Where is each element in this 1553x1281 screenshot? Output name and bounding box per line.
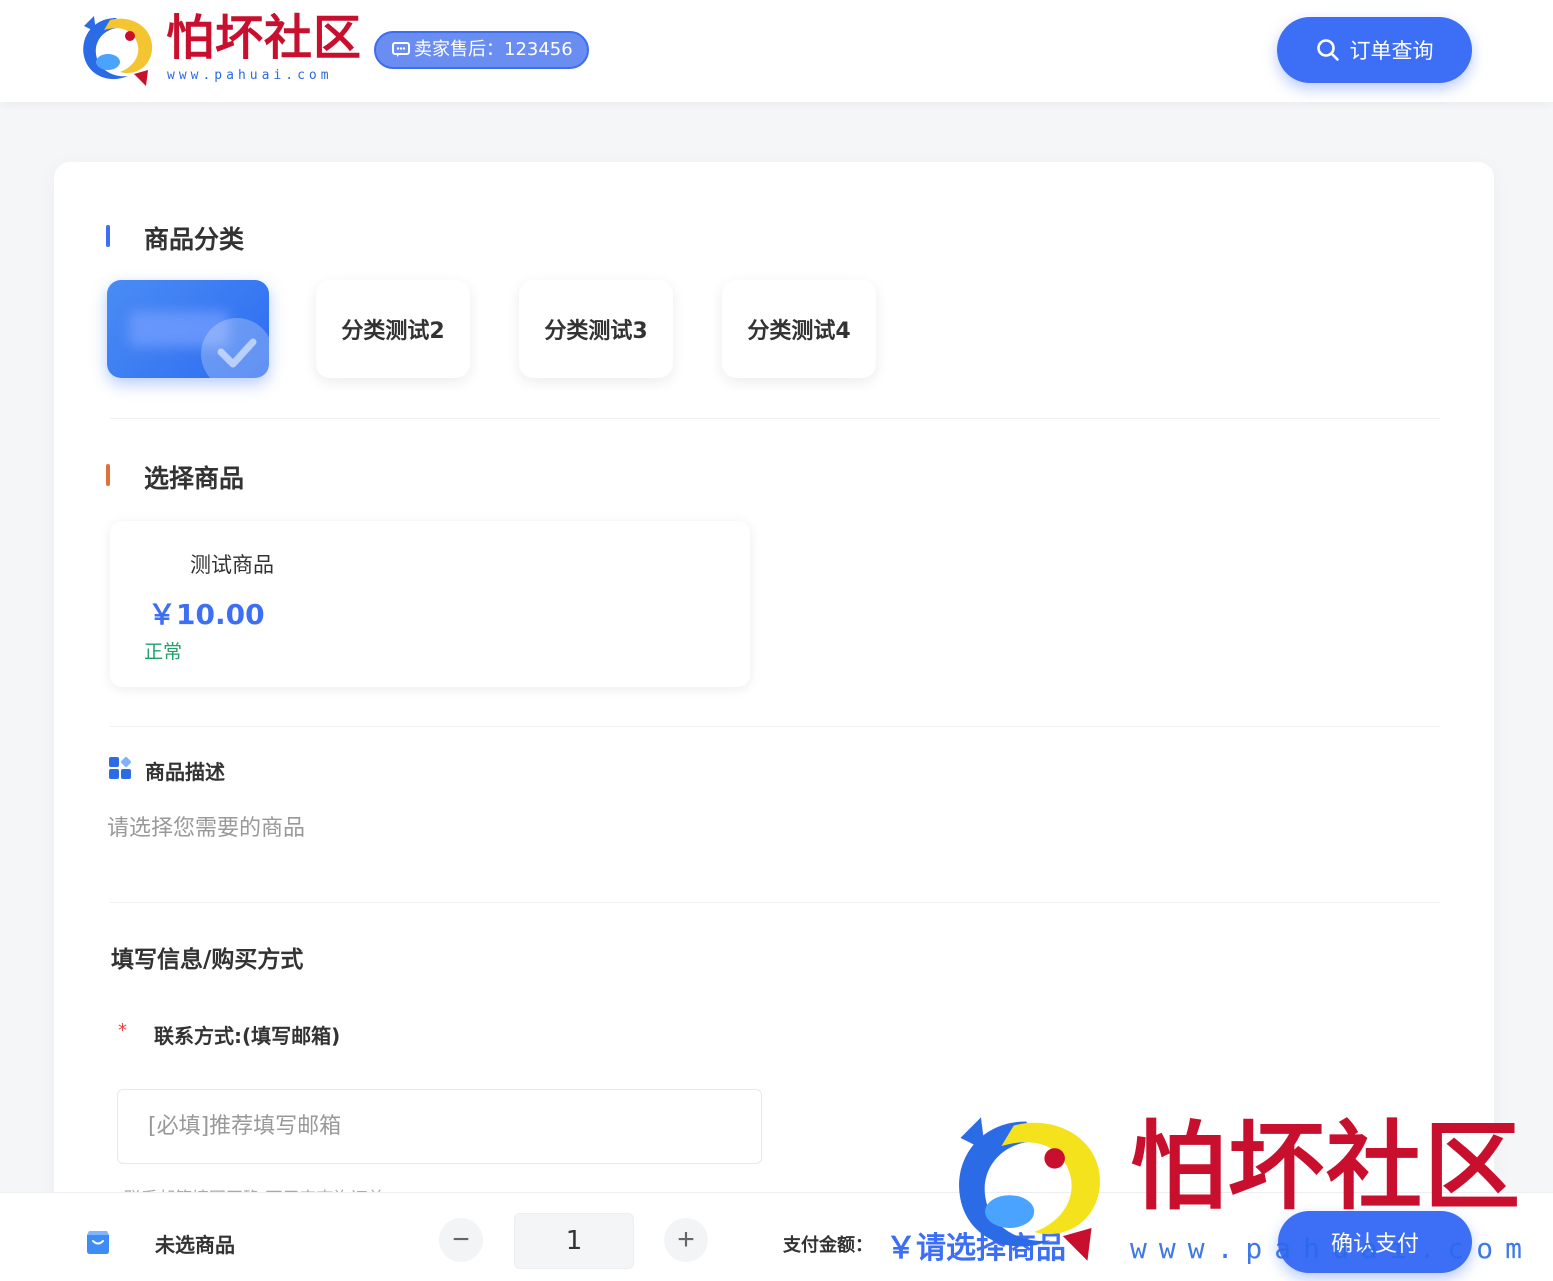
logo-url: www.pahuai.com (167, 68, 333, 83)
bottom-bar: 未选商品 − + 支付金额： ￥请选择商品 确认支付 (0, 1192, 1553, 1281)
search-icon (1316, 39, 1339, 61)
selected-check-icon (201, 318, 269, 378)
description-text: 请选择您需要的商品 (107, 816, 306, 841)
product-name: 测试商品 (190, 553, 274, 577)
seller-service-badge[interactable]: 卖家售后：123456 (374, 31, 589, 69)
chat-icon (392, 42, 410, 57)
selected-product-text: 未选商品 (155, 1233, 235, 1257)
category-item-3[interactable]: 分类测试3 (519, 280, 673, 378)
category-title-bar (106, 225, 110, 247)
contact-label: 联系方式:(填写邮箱) (154, 1024, 341, 1048)
order-query-label: 订单查询 (1349, 39, 1434, 63)
fish-logo-icon[interactable] (74, 12, 158, 88)
header: 怕坏社区 www.pahuai.com 卖家售后：123456 订单查询 (0, 0, 1553, 102)
category-item-2[interactable]: 分类测试2 (316, 280, 470, 378)
order-query-button[interactable]: 订单查询 (1277, 17, 1472, 83)
quantity-minus-button[interactable]: − (439, 1218, 483, 1262)
fill-info-title: 填写信息/购买方式 (111, 947, 304, 973)
divider (110, 902, 1440, 903)
main-card: 商品分类 分类测试2 分类测试3 分类测试4 选择商品 测试商品 ￥10.00 … (54, 162, 1494, 1281)
description-title: 商品描述 (145, 760, 225, 784)
required-star: * (118, 1020, 127, 1041)
product-title-bar (106, 464, 110, 486)
contact-email-input[interactable] (117, 1089, 762, 1164)
category-item-4[interactable]: 分类测试4 (722, 280, 876, 378)
product-price: ￥10.00 (148, 598, 265, 631)
pay-amount-label: 支付金额： (783, 1235, 873, 1256)
apps-icon (109, 756, 132, 779)
quantity-input[interactable] (514, 1213, 634, 1269)
shopping-bag-icon (87, 1231, 109, 1254)
divider (110, 418, 1440, 419)
logo-text[interactable]: 怕坏社区 (166, 10, 362, 66)
quantity-plus-button[interactable]: + (664, 1218, 708, 1262)
divider (110, 726, 1440, 727)
product-section-title: 选择商品 (144, 464, 245, 493)
seller-badge-text: 卖家售后：123456 (414, 39, 573, 60)
product-card[interactable]: 测试商品 ￥10.00 正常 (110, 521, 750, 687)
pay-amount-value: ￥请选择商品 (886, 1231, 1066, 1266)
product-status: 正常 (144, 641, 183, 663)
category-item-1[interactable] (107, 280, 269, 378)
confirm-pay-button[interactable]: 确认支付 (1278, 1211, 1472, 1273)
category-section-title: 商品分类 (144, 225, 245, 254)
